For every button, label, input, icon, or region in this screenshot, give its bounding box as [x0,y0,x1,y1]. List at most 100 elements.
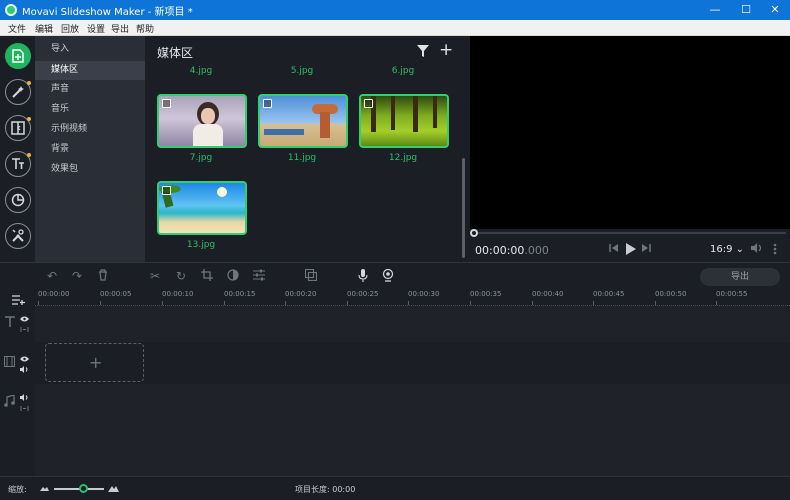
category-media-bin[interactable]: 媒体区 [35,61,145,80]
speaker-icon[interactable] [20,365,29,376]
ruler-tick [347,301,348,305]
settings-sliders-icon[interactable] [252,269,266,283]
title-bar: Movavi Slideshow Maker - 新项目 * — ☐ ✕ [0,0,790,20]
media-thumbnail[interactable] [157,181,247,235]
skip-back-icon [609,244,618,252]
video-track-header [0,342,35,384]
import-icon [12,49,24,63]
audio-track-header [0,384,35,476]
rotate-icon[interactable]: ↻ [174,269,188,283]
media-caption: 5.jpg [290,66,314,76]
timecode: 00:00:00.000 [475,244,549,257]
overlay-icon[interactable] [304,268,318,283]
stickers-tool-button[interactable] [5,187,31,213]
media-thumbnail[interactable] [359,94,449,148]
media-caption: 7.jpg [189,153,213,163]
category-backgrounds[interactable]: 背景 [35,140,145,159]
ruler-tick-label: 00:00:35 [470,290,502,298]
edit-toolbar: ↶ ↷ ✂ ↻ 导出 [0,262,790,288]
menu-settings[interactable]: 设置 [87,22,105,35]
category-effect-packs[interactable]: 效果包 [35,160,145,179]
volume-icon [751,243,762,253]
maximize-button[interactable]: ☐ [731,0,761,20]
timeline-ruler[interactable]: 00:00:00 00:00:05 00:00:10 00:00:15 00:0… [35,288,790,306]
zoom-in-icon[interactable] [108,484,119,492]
play-button[interactable] [625,243,636,258]
speaker-icon[interactable] [20,393,29,404]
video-track[interactable] [35,342,790,384]
zoom-label: 缩放: [8,485,27,494]
menu-playback[interactable]: 回放 [61,22,79,35]
play-icon [626,243,636,255]
category-music[interactable]: 音乐 [35,100,145,119]
seek-bar[interactable] [474,232,786,234]
aspect-ratio-select[interactable]: 16:9 ⌄ [710,244,744,255]
tool-rail [0,36,35,262]
delete-icon[interactable] [96,269,110,283]
add-track-icon [12,295,25,305]
zoom-slider-handle[interactable] [79,484,88,493]
eye-icon[interactable] [20,354,29,365]
menu-file[interactable]: 文件 [8,22,26,35]
ruler-tick-label: 00:00:25 [347,290,379,298]
ruler-tick [716,301,717,305]
color-adjust-icon[interactable] [226,269,240,283]
timeline-drop-zone[interactable]: + [45,343,144,382]
previous-frame-button[interactable] [609,243,619,256]
filter-icon[interactable] [417,45,429,57]
category-import[interactable]: 导入 [35,40,145,59]
titles-track[interactable] [35,306,790,342]
more-tools-button[interactable] [5,223,31,249]
tools-icon [12,229,24,242]
window-title: Movavi Slideshow Maker - 新项目 * [22,7,193,18]
export-button[interactable]: 导出 [700,268,780,286]
ruler-tick-label: 00:00:10 [162,290,194,298]
timecode-main: 00:00:00 [475,244,525,257]
music-note-icon [4,394,15,410]
close-button[interactable]: ✕ [760,0,790,20]
crop-icon[interactable] [200,269,214,283]
next-frame-button[interactable] [641,243,651,256]
volume-button[interactable] [751,243,763,256]
media-scrollbar[interactable] [462,158,465,258]
undo-icon[interactable]: ↶ [45,269,59,283]
menu-edit[interactable]: 编辑 [35,22,53,35]
minimize-button[interactable]: — [700,0,730,20]
preview-screen [470,36,790,229]
media-thumbnail[interactable] [157,94,247,148]
cut-icon[interactable]: ✂ [148,269,162,283]
add-media-button[interactable]: + [439,40,453,60]
microphone-icon[interactable] [356,269,370,283]
media-caption: 13.jpg [186,240,216,250]
import-tool-button[interactable] [5,43,31,69]
media-caption: 11.jpg [287,153,317,163]
media-caption: 4.jpg [189,66,213,76]
status-bar: 缩放: 项目长度: 00:00 [0,476,790,500]
filters-indicator-dot [27,81,31,85]
lock-link-icon[interactable] [20,404,29,415]
menu-help[interactable]: 帮助 [136,22,154,35]
webcam-icon[interactable] [381,268,395,283]
ruler-tick [655,301,656,305]
zoom-out-icon[interactable] [40,485,49,491]
image-badge-icon [162,99,171,108]
audio-track[interactable] [35,384,790,476]
seek-handle[interactable] [470,229,478,237]
category-panel: 导入 媒体区 声音 音乐 示例视频 背景 效果包 [35,36,145,262]
redo-icon[interactable]: ↷ [70,269,84,283]
category-sounds[interactable]: 声音 [35,80,145,99]
ruler-tick [532,301,533,305]
menu-export[interactable]: 导出 [111,22,129,35]
ruler-tick-label: 00:00:20 [285,290,317,298]
project-length: 项目长度: 00:00 [295,485,356,494]
app-logo-icon [5,4,17,16]
eye-icon[interactable] [20,314,29,325]
ruler-tick [224,301,225,305]
category-sample-videos[interactable]: 示例视频 [35,120,145,139]
media-thumbnail[interactable] [258,94,348,148]
lock-link-icon[interactable] [20,325,29,336]
more-options-button[interactable] [773,243,777,258]
ruler-tick [408,301,409,305]
media-bin: 媒体区 + 4.jpg 5.jpg 6.jpg 7.jpg 11.jpg 12.… [145,36,468,262]
ruler-tick [470,301,471,305]
